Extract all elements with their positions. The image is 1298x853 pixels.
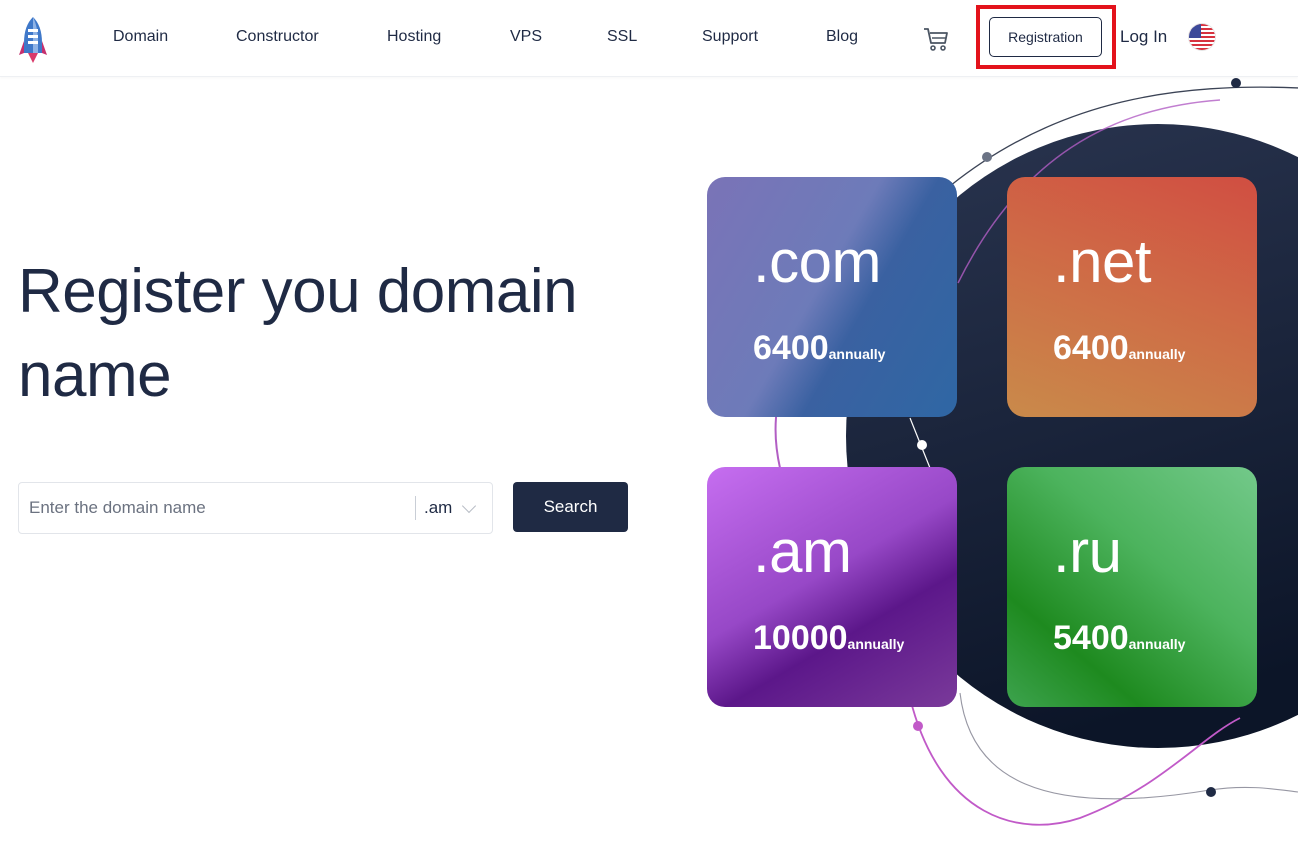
card-price: 6400 — [753, 329, 829, 367]
cart-icon[interactable] — [922, 24, 950, 52]
card-period: annually — [847, 636, 905, 652]
nav-support[interactable]: Support — [702, 28, 758, 46]
rocket-logo-icon[interactable] — [18, 15, 48, 65]
nav-hosting[interactable]: Hosting — [387, 28, 441, 46]
search-button[interactable]: Search — [513, 482, 628, 532]
nav-domain[interactable]: Domain — [113, 28, 168, 46]
domain-card-com[interactable]: .com 6400annually — [707, 177, 957, 417]
card-price: 10000 — [753, 619, 848, 657]
tld-select[interactable]: .am — [424, 483, 492, 533]
card-price-row: 5400annually — [1053, 619, 1185, 658]
us-flag-icon[interactable] — [1189, 24, 1215, 50]
card-price: 6400 — [1053, 329, 1129, 367]
card-tld: .net — [1053, 228, 1152, 295]
nav-constructor[interactable]: Constructor — [236, 28, 319, 46]
tld-select-value: .am — [424, 498, 453, 517]
hero-title: Register you domain name — [18, 257, 578, 410]
domain-card-am[interactable]: .am 10000annually — [707, 467, 957, 707]
card-period: annually — [1128, 636, 1186, 652]
login-link[interactable]: Log In — [1120, 27, 1167, 47]
domain-search-box: .am — [18, 482, 493, 534]
nav-vps[interactable]: VPS — [510, 28, 542, 46]
card-period: annually — [1128, 346, 1186, 362]
card-period: annually — [828, 346, 886, 362]
card-price-row: 6400annually — [1053, 329, 1185, 368]
registration-button[interactable]: Registration — [989, 17, 1102, 57]
card-price-row: 10000annually — [753, 619, 904, 658]
domain-search-input[interactable] — [29, 483, 409, 533]
top-header: Domain Constructor Hosting VPS SSL Suppo… — [0, 0, 1298, 77]
card-tld: .ru — [1053, 518, 1122, 585]
nav-ssl[interactable]: SSL — [607, 28, 637, 46]
domain-card-ru[interactable]: .ru 5400annually — [1007, 467, 1257, 707]
search-divider — [415, 496, 416, 520]
card-tld: .com — [753, 228, 882, 295]
card-price: 5400 — [1053, 619, 1129, 657]
card-price-row: 6400annually — [753, 329, 885, 368]
chevron-down-icon — [462, 498, 477, 513]
domain-card-net[interactable]: .net 6400annually — [1007, 177, 1257, 417]
card-tld: .am — [753, 518, 852, 585]
nav-blog[interactable]: Blog — [826, 28, 858, 46]
